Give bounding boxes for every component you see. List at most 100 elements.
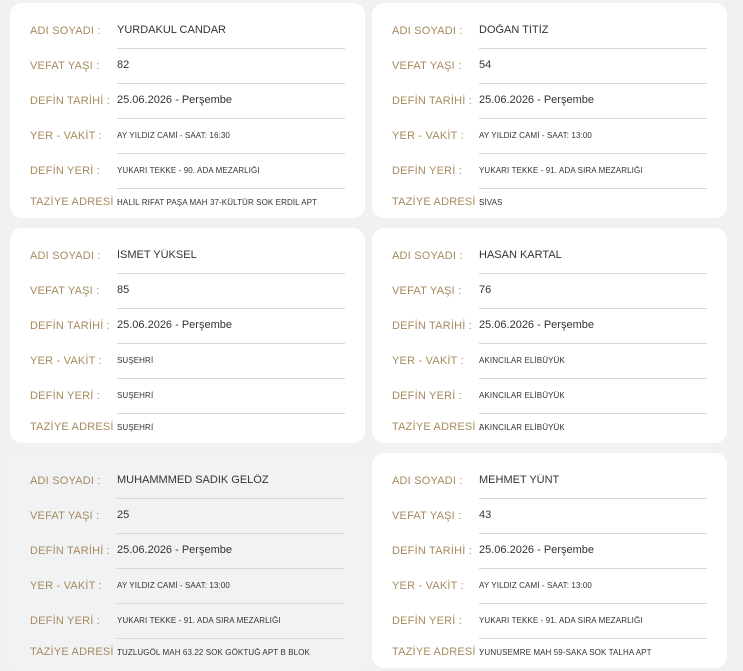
place-time-value: AY YILDIZ CAMİ - SAAT: 13:00: [479, 130, 592, 140]
burial-value: YUKARI TEKKE - 91. ADA SIRA MEZARLIĞI: [117, 615, 281, 625]
age-label: VEFAT YAŞI :: [392, 59, 462, 72]
condolence-row: TAZİYE ADRESİ : TUZLUGÖL MAH 63.22 SOK G…: [30, 638, 345, 666]
place-time-label: YER - VAKİT :: [30, 579, 102, 592]
condolence-label: TAZİYE ADRESİ :: [392, 646, 483, 658]
name-row: ADI SOYADI : YURDAKUL CANDAR: [30, 13, 345, 49]
condolence-value: TUZLUGÖL MAH 63.22 SOK GÖKTUĞ APT B BLOK: [117, 647, 310, 657]
condolence-label: TAZİYE ADRESİ :: [392, 196, 483, 208]
place-time-label: YER - VAKİT :: [392, 354, 464, 367]
age-row: VEFAT YAŞI : 76: [392, 273, 707, 309]
name-value: MEHMET YÜNT: [479, 474, 560, 486]
place-time-label: YER - VAKİT :: [30, 129, 102, 142]
obituary-card[interactable]: ADI SOYADI : HASAN KARTAL VEFAT YAŞI : 7…: [372, 228, 727, 443]
age-value: 43: [479, 509, 492, 521]
condolence-value: AKINCILAR ELİBÜYÜK: [479, 422, 565, 432]
age-row: VEFAT YAŞI : 54: [392, 48, 707, 84]
name-label: ADI SOYADI :: [30, 24, 101, 37]
date-value: 25.06.2026 - Perşembe: [117, 544, 232, 556]
place-time-value: SUŞEHRİ: [117, 355, 154, 365]
age-label: VEFAT YAŞI :: [30, 284, 100, 297]
date-row: DEFİN TARİHİ : 25.06.2026 - Perşembe: [30, 308, 345, 344]
burial-label: DEFİN YERİ :: [392, 614, 463, 627]
age-value: 25: [117, 509, 130, 521]
age-label: VEFAT YAŞI :: [392, 284, 462, 297]
condolence-value: SİVAS: [479, 197, 503, 207]
age-value: 85: [117, 284, 130, 296]
burial-label: DEFİN YERİ :: [30, 164, 101, 177]
place-time-value: AY YILDIZ CAMİ - SAAT: 13:00: [479, 580, 592, 590]
obituary-card[interactable]: ADI SOYADI : MEHMET YÜNT VEFAT YAŞI : 43…: [372, 453, 727, 668]
place-time-row: YER - VAKİT : AY YILDIZ CAMİ - SAAT: 13:…: [30, 568, 345, 604]
condolence-label: TAZİYE ADRESİ :: [30, 646, 121, 658]
name-row: ADI SOYADI : DOĞAN TİTİZ: [392, 13, 707, 49]
name-label: ADI SOYADI :: [30, 249, 101, 262]
date-value: 25.06.2026 - Perşembe: [479, 544, 594, 556]
age-label: VEFAT YAŞI :: [30, 59, 100, 72]
age-label: VEFAT YAŞI :: [30, 509, 100, 522]
burial-label: DEFİN YERİ :: [392, 389, 463, 402]
date-label: DEFİN TARİHİ :: [392, 544, 473, 557]
burial-row: DEFİN YERİ : YUKARI TEKKE - 91. ADA SIRA…: [392, 153, 707, 189]
place-time-value: AY YILDIZ CAMİ - SAAT: 13:00: [117, 580, 230, 590]
date-label: DEFİN TARİHİ :: [392, 94, 473, 107]
place-time-label: YER - VAKİT :: [392, 129, 464, 142]
condolence-row: TAZİYE ADRESİ : HALİL RIFAT PAŞA MAH 37-…: [30, 188, 345, 216]
name-value: YURDAKUL CANDAR: [117, 24, 227, 36]
place-time-row: YER - VAKİT : SUŞEHRİ: [30, 343, 345, 379]
age-row: VEFAT YAŞI : 43: [392, 498, 707, 534]
place-time-row: YER - VAKİT : AY YILDIZ CAMİ - SAAT: 16:…: [30, 118, 345, 154]
place-time-value: AY YILDIZ CAMİ - SAAT: 16:30: [117, 130, 230, 140]
burial-label: DEFİN YERİ :: [392, 164, 463, 177]
age-label: VEFAT YAŞI :: [392, 509, 462, 522]
name-value: İSMET YÜKSEL: [117, 249, 197, 261]
date-row: DEFİN TARİHİ : 25.06.2026 - Perşembe: [392, 308, 707, 344]
name-label: ADI SOYADI :: [30, 474, 101, 487]
name-label: ADI SOYADI :: [392, 24, 463, 37]
burial-row: DEFİN YERİ : YUKARI TEKKE - 91. ADA SIRA…: [30, 603, 345, 639]
condolence-label: TAZİYE ADRESİ :: [30, 196, 121, 208]
place-time-label: YER - VAKİT :: [392, 579, 464, 592]
burial-value: SUŞEHRİ: [117, 390, 154, 400]
condolence-value: SUŞEHRİ: [117, 422, 154, 432]
place-time-row: YER - VAKİT : AY YILDIZ CAMİ - SAAT: 13:…: [392, 568, 707, 604]
name-row: ADI SOYADI : MEHMET YÜNT: [392, 463, 707, 499]
age-row: VEFAT YAŞI : 82: [30, 48, 345, 84]
place-time-row: YER - VAKİT : AY YILDIZ CAMİ - SAAT: 13:…: [392, 118, 707, 154]
condolence-row: TAZİYE ADRESİ : SİVAS: [392, 188, 707, 216]
condolence-label: TAZİYE ADRESİ :: [30, 421, 121, 433]
date-label: DEFİN TARİHİ :: [30, 94, 111, 107]
burial-value: YUKARI TEKKE - 90. ADA MEZARLIĞI: [117, 165, 260, 175]
name-value: MUHAMMMED SADIK GELÖZ: [117, 474, 269, 486]
burial-row: DEFİN YERİ : AKINCILAR ELİBÜYÜK: [392, 378, 707, 414]
obituary-card[interactable]: ADI SOYADI : İSMET YÜKSEL VEFAT YAŞI : 8…: [10, 228, 365, 443]
date-label: DEFİN TARİHİ :: [30, 319, 111, 332]
obituary-card[interactable]: ADI SOYADI : DOĞAN TİTİZ VEFAT YAŞI : 54…: [372, 3, 727, 218]
date-row: DEFİN TARİHİ : 25.06.2026 - Perşembe: [30, 83, 345, 119]
date-row: DEFİN TARİHİ : 25.06.2026 - Perşembe: [392, 83, 707, 119]
place-time-label: YER - VAKİT :: [30, 354, 102, 367]
burial-value: AKINCILAR ELİBÜYÜK: [479, 390, 565, 400]
date-value: 25.06.2026 - Perşembe: [117, 94, 232, 106]
burial-value: YUKARI TEKKE - 91. ADA SIRA MEZARLIĞI: [479, 615, 643, 625]
age-value: 76: [479, 284, 492, 296]
condolence-row: TAZİYE ADRESİ : YUNUSEMRE MAH 59-SAKA SO…: [392, 638, 707, 666]
condolence-row: TAZİYE ADRESİ : SUŞEHRİ: [30, 413, 345, 441]
place-time-row: YER - VAKİT : AKINCILAR ELİBÜYÜK: [392, 343, 707, 379]
name-label: ADI SOYADI :: [392, 474, 463, 487]
name-value: HASAN KARTAL: [479, 249, 562, 261]
name-row: ADI SOYADI : HASAN KARTAL: [392, 238, 707, 274]
burial-label: DEFİN YERİ :: [30, 389, 101, 402]
date-label: DEFİN TARİHİ :: [30, 544, 111, 557]
obituary-card[interactable]: ADI SOYADI : MUHAMMMED SADIK GELÖZ VEFAT…: [10, 453, 365, 668]
date-value: 25.06.2026 - Perşembe: [117, 319, 232, 331]
condolence-value: HALİL RIFAT PAŞA MAH 37-KÜLTÜR SOK ERDİL…: [117, 197, 318, 207]
burial-row: DEFİN YERİ : YUKARI TEKKE - 91. ADA SIRA…: [392, 603, 707, 639]
name-row: ADI SOYADI : MUHAMMMED SADIK GELÖZ: [30, 463, 345, 499]
date-row: DEFİN TARİHİ : 25.06.2026 - Perşembe: [392, 533, 707, 569]
obituary-card[interactable]: ADI SOYADI : YURDAKUL CANDAR VEFAT YAŞI …: [10, 3, 365, 218]
age-row: VEFAT YAŞI : 85: [30, 273, 345, 309]
condolence-value: YUNUSEMRE MAH 59-SAKA SOK TALHA APT: [479, 647, 652, 657]
burial-value: YUKARI TEKKE - 91. ADA SIRA MEZARLIĞI: [479, 165, 643, 175]
date-label: DEFİN TARİHİ :: [392, 319, 473, 332]
burial-row: DEFİN YERİ : YUKARI TEKKE - 90. ADA MEZA…: [30, 153, 345, 189]
